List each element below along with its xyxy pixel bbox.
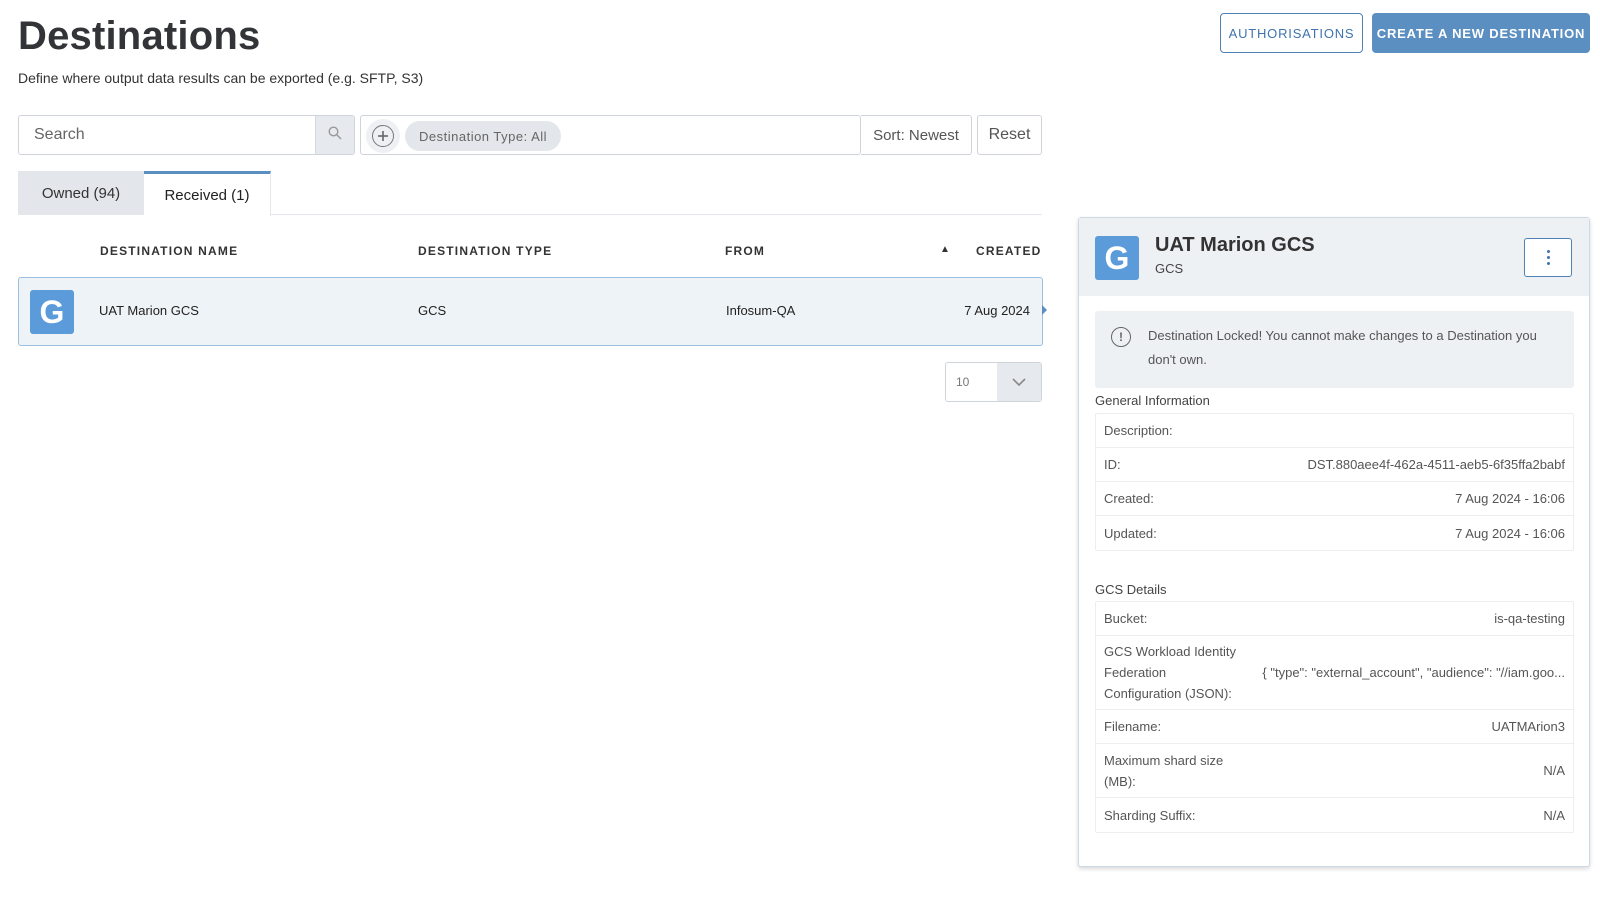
destination-detail-panel: G UAT Marion GCS GCS ! Destination Locke… bbox=[1078, 217, 1590, 867]
info-value: 7 Aug 2024 - 16:06 bbox=[1455, 525, 1565, 541]
destination-type-filter-chip[interactable]: Destination Type: All bbox=[405, 121, 562, 151]
info-row-max-shard-size: Maximum shard size (MB): N/A bbox=[1096, 744, 1573, 798]
info-value: N/A bbox=[1543, 763, 1565, 778]
column-header-destination-type[interactable]: DESTINATION TYPE bbox=[418, 244, 552, 258]
gcs-details-label: GCS Details bbox=[1095, 582, 1167, 597]
page-subtitle: Define where output data results can be … bbox=[18, 70, 424, 86]
info-value: { "type": "external_account", "audience"… bbox=[1262, 665, 1565, 680]
authorisations-button[interactable]: AUTHORISATIONS bbox=[1220, 13, 1363, 53]
info-row-description: Description: bbox=[1096, 414, 1573, 448]
info-value: N/A bbox=[1543, 807, 1565, 823]
page-title: Destinations bbox=[18, 14, 261, 58]
row-from: Infosum-QA bbox=[726, 303, 796, 318]
info-key: ID: bbox=[1104, 457, 1121, 472]
info-value: is-qa-testing bbox=[1494, 611, 1565, 626]
page-size-value: 10 bbox=[956, 375, 970, 389]
search-input[interactable] bbox=[19, 116, 316, 154]
row-destination-type: GCS bbox=[418, 303, 447, 318]
locked-notice-text: Destination Locked! You cannot make chan… bbox=[1148, 328, 1537, 367]
tabs: Owned (94) Received (1) bbox=[18, 171, 1042, 216]
info-value: DST.880aee4f-462a-4511-aeb5-6f35ffa2babf bbox=[1307, 457, 1565, 472]
info-row-created: Created: 7 Aug 2024 - 16:06 bbox=[1096, 482, 1573, 516]
row-destination-name: UAT Marion GCS bbox=[99, 303, 199, 318]
search-box bbox=[18, 115, 355, 155]
table-row[interactable]: G UAT Marion GCS GCS Infosum-QA 7 Aug 20… bbox=[18, 277, 1043, 346]
create-destination-button[interactable]: CREATE A NEW DESTINATION bbox=[1372, 13, 1590, 53]
column-header-from[interactable]: FROM bbox=[725, 244, 765, 258]
info-row-bucket: Bucket: is-qa-testing bbox=[1096, 602, 1573, 636]
info-key: Bucket: bbox=[1104, 611, 1148, 626]
row-created: 7 Aug 2024 bbox=[964, 303, 1030, 318]
plus-circle-icon[interactable] bbox=[372, 125, 394, 147]
kebab-dot bbox=[1546, 256, 1550, 259]
info-row-updated: Updated: 7 Aug 2024 - 16:06 bbox=[1096, 516, 1573, 550]
column-header-destination-name[interactable]: DESTINATION NAME bbox=[100, 244, 238, 258]
general-information-label: General Information bbox=[1095, 393, 1210, 408]
more-options-button[interactable] bbox=[1524, 238, 1572, 277]
gcs-logo-icon: G bbox=[1095, 236, 1139, 280]
info-key: Created: bbox=[1104, 491, 1154, 506]
info-key: GCS Workload Identity Federation Configu… bbox=[1104, 644, 1236, 701]
column-header-created[interactable]: CREATED bbox=[976, 244, 1042, 258]
info-key: Description: bbox=[1104, 423, 1173, 438]
info-key: Sharding Suffix: bbox=[1104, 807, 1196, 823]
reset-button[interactable]: Reset bbox=[977, 115, 1042, 155]
sort-button[interactable]: Sort: Newest bbox=[861, 115, 972, 155]
panel-title: UAT Marion GCS bbox=[1155, 234, 1315, 256]
tab-owned[interactable]: Owned (94) bbox=[18, 171, 144, 215]
page-size-select[interactable]: 10 bbox=[945, 362, 1042, 402]
info-row-sharding-suffix: Sharding Suffix: N/A bbox=[1096, 798, 1573, 832]
locked-notice: ! Destination Locked! You cannot make ch… bbox=[1095, 311, 1574, 388]
panel-header: G UAT Marion GCS GCS bbox=[1079, 218, 1589, 296]
sort-ascending-icon[interactable]: ▲ bbox=[940, 244, 950, 255]
alert-circle-icon: ! bbox=[1111, 327, 1131, 347]
search-icon bbox=[328, 125, 342, 145]
info-value: 7 Aug 2024 - 16:06 bbox=[1455, 491, 1565, 506]
chevron-down-icon[interactable] bbox=[997, 363, 1041, 401]
info-row-workload-identity: GCS Workload Identity Federation Configu… bbox=[1096, 636, 1573, 710]
tab-received[interactable]: Received (1) bbox=[144, 171, 271, 216]
info-row-id: ID: DST.880aee4f-462a-4511-aeb5-6f35ffa2… bbox=[1096, 448, 1573, 482]
search-button[interactable] bbox=[315, 116, 354, 154]
gcs-logo-icon: G bbox=[30, 290, 74, 334]
info-key: Updated: bbox=[1104, 525, 1157, 541]
gcs-details-table: Bucket: is-qa-testing GCS Workload Ident… bbox=[1095, 601, 1574, 833]
panel-subtitle: GCS bbox=[1155, 261, 1184, 276]
info-key: Maximum shard size (MB): bbox=[1104, 752, 1224, 789]
kebab-dot bbox=[1546, 250, 1550, 253]
kebab-dot bbox=[1546, 262, 1550, 265]
filter-bar: Destination Type: All bbox=[360, 115, 861, 155]
info-value: UATMArion3 bbox=[1491, 719, 1565, 734]
info-key: Filename: bbox=[1104, 719, 1162, 734]
general-information-table: Description: ID: DST.880aee4f-462a-4511-… bbox=[1095, 413, 1574, 551]
info-row-filename: Filename: UATMArion3 bbox=[1096, 710, 1573, 744]
caret-right-icon bbox=[1042, 305, 1047, 315]
